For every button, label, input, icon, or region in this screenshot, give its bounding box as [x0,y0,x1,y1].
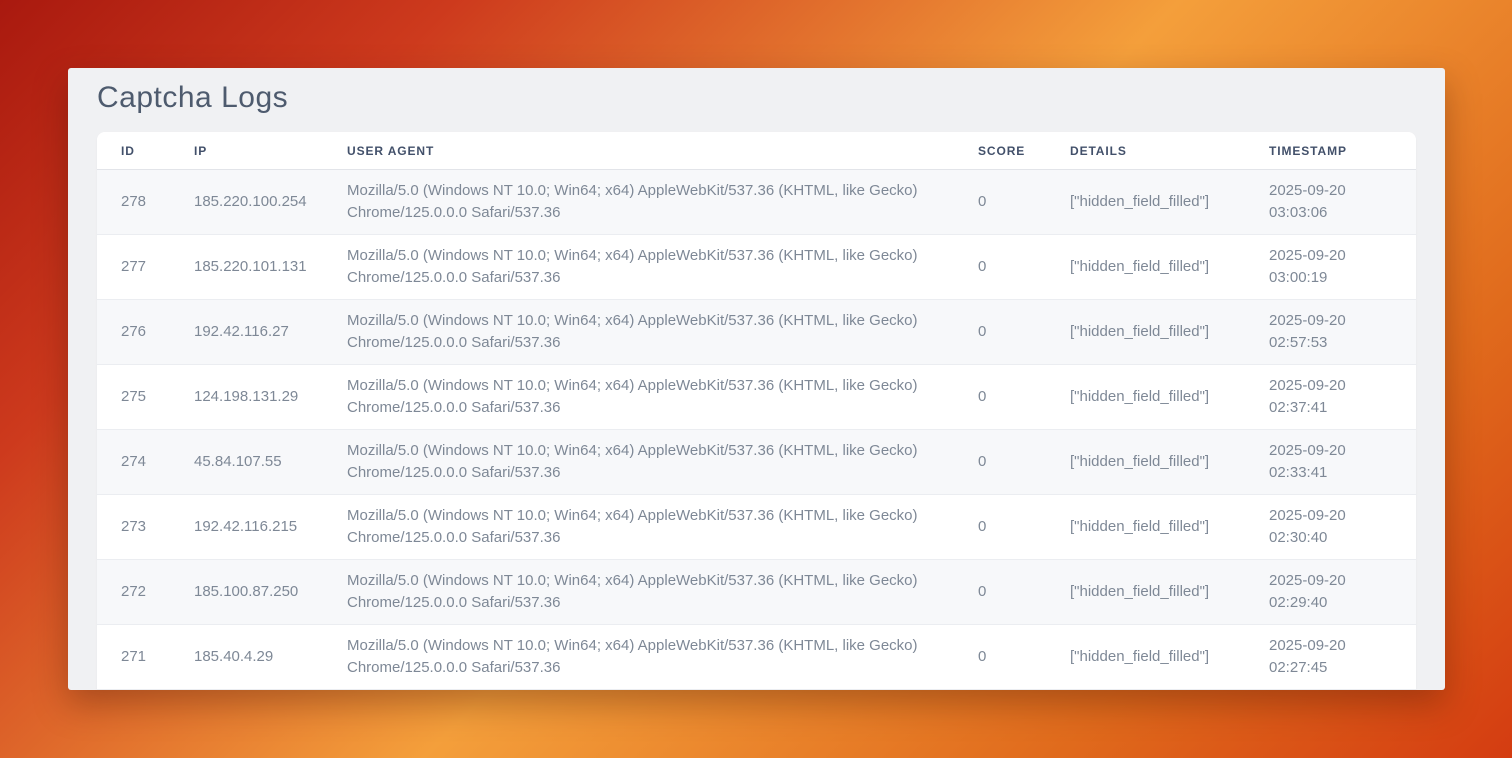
cell-details: ["hidden_field_filled"] [1046,430,1245,495]
cell-timestamp: 2025-09-20 02:37:41 [1245,365,1416,430]
cell-user-agent: Mozilla/5.0 (Windows NT 10.0; Win64; x64… [323,495,954,560]
cell-details: ["hidden_field_filled"] [1046,625,1245,690]
cell-user-agent: Mozilla/5.0 (Windows NT 10.0; Win64; x64… [323,430,954,495]
table-header: ID IP USER AGENT SCORE DETAILS TIMESTAMP [97,132,1416,170]
cell-ip: 185.220.101.131 [170,235,323,300]
cell-score: 0 [954,625,1046,690]
column-header-user-agent: USER AGENT [323,132,954,170]
table-row: 273 192.42.116.215 Mozilla/5.0 (Windows … [97,495,1416,560]
cell-score: 0 [954,365,1046,430]
table-row: 275 124.198.131.29 Mozilla/5.0 (Windows … [97,365,1416,430]
cell-details: ["hidden_field_filled"] [1046,300,1245,365]
cell-details: ["hidden_field_filled"] [1046,170,1245,235]
cell-ip: 192.42.116.27 [170,300,323,365]
cell-user-agent: Mozilla/5.0 (Windows NT 10.0; Win64; x64… [323,365,954,430]
cell-score: 0 [954,235,1046,300]
column-header-timestamp: TIMESTAMP [1245,132,1416,170]
captcha-logs-table: ID IP USER AGENT SCORE DETAILS TIMESTAMP… [97,132,1416,690]
cell-ip: 124.198.131.29 [170,365,323,430]
cell-timestamp: 2025-09-20 02:57:53 [1245,300,1416,365]
table-row: 276 192.42.116.27 Mozilla/5.0 (Windows N… [97,300,1416,365]
column-header-id: ID [97,132,170,170]
cell-id: 275 [97,365,170,430]
column-header-ip: IP [170,132,323,170]
cell-score: 0 [954,170,1046,235]
cell-score: 0 [954,495,1046,560]
cell-id: 271 [97,625,170,690]
cell-details: ["hidden_field_filled"] [1046,495,1245,560]
cell-id: 272 [97,560,170,625]
cell-user-agent: Mozilla/5.0 (Windows NT 10.0; Win64; x64… [323,170,954,235]
cell-timestamp: 2025-09-20 02:29:40 [1245,560,1416,625]
cell-ip: 45.84.107.55 [170,430,323,495]
cell-details: ["hidden_field_filled"] [1046,365,1245,430]
captcha-logs-table-container: ID IP USER AGENT SCORE DETAILS TIMESTAMP… [97,132,1416,690]
cell-user-agent: Mozilla/5.0 (Windows NT 10.0; Win64; x64… [323,235,954,300]
cell-ip: 192.42.116.215 [170,495,323,560]
cell-timestamp: 2025-09-20 03:00:19 [1245,235,1416,300]
cell-timestamp: 2025-09-20 02:33:41 [1245,430,1416,495]
cell-id: 278 [97,170,170,235]
cell-user-agent: Mozilla/5.0 (Windows NT 10.0; Win64; x64… [323,625,954,690]
cell-score: 0 [954,300,1046,365]
table-row: 271 185.40.4.29 Mozilla/5.0 (Windows NT … [97,625,1416,690]
cell-details: ["hidden_field_filled"] [1046,235,1245,300]
cell-score: 0 [954,560,1046,625]
cell-ip: 185.100.87.250 [170,560,323,625]
cell-score: 0 [954,430,1046,495]
table-row: 272 185.100.87.250 Mozilla/5.0 (Windows … [97,560,1416,625]
table-header-row: ID IP USER AGENT SCORE DETAILS TIMESTAMP [97,132,1416,170]
column-header-details: DETAILS [1046,132,1245,170]
cell-user-agent: Mozilla/5.0 (Windows NT 10.0; Win64; x64… [323,300,954,365]
table-body: 278 185.220.100.254 Mozilla/5.0 (Windows… [97,170,1416,690]
page-title: Captcha Logs [68,68,1445,114]
column-header-score: SCORE [954,132,1046,170]
cell-user-agent: Mozilla/5.0 (Windows NT 10.0; Win64; x64… [323,560,954,625]
cell-id: 274 [97,430,170,495]
cell-ip: 185.220.100.254 [170,170,323,235]
cell-ip: 185.40.4.29 [170,625,323,690]
cell-details: ["hidden_field_filled"] [1046,560,1245,625]
table-row: 277 185.220.101.131 Mozilla/5.0 (Windows… [97,235,1416,300]
table-row: 278 185.220.100.254 Mozilla/5.0 (Windows… [97,170,1416,235]
cell-timestamp: 2025-09-20 03:03:06 [1245,170,1416,235]
page-background: { "page": { "title": "Captcha Logs" }, "… [0,0,1512,758]
table-row: 274 45.84.107.55 Mozilla/5.0 (Windows NT… [97,430,1416,495]
cell-id: 273 [97,495,170,560]
captcha-logs-card: Captcha Logs ID IP USER AGENT SCORE DETA… [68,68,1445,690]
cell-timestamp: 2025-09-20 02:30:40 [1245,495,1416,560]
cell-id: 276 [97,300,170,365]
cell-timestamp: 2025-09-20 02:27:45 [1245,625,1416,690]
cell-id: 277 [97,235,170,300]
